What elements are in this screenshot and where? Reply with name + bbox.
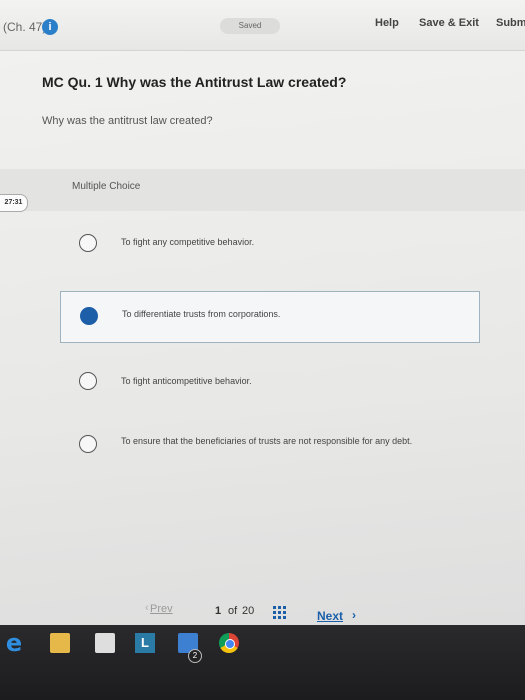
- top-bar: (Ch. 47) i Saved Help Save & Exit Subm: [0, 0, 525, 51]
- radio-button[interactable]: [79, 435, 97, 453]
- chevron-left-icon: ‹: [145, 602, 149, 614]
- radio-button-selected[interactable]: [80, 307, 98, 325]
- page-of-label: of: [228, 605, 238, 617]
- l-app-icon[interactable]: L: [135, 633, 155, 653]
- timer-badge[interactable]: 27:31: [0, 194, 28, 212]
- chevron-right-icon: ›: [352, 608, 356, 622]
- next-button[interactable]: Next: [317, 609, 343, 623]
- answer-option-3[interactable]: To fight anticompetitive behavior.: [60, 366, 480, 398]
- question-prompt: Why was the antitrust law created?: [42, 115, 213, 127]
- taskbar: e L 2: [0, 625, 525, 700]
- edge-browser-icon[interactable]: e: [4, 631, 24, 655]
- chrome-icon[interactable]: [219, 633, 239, 653]
- question-type-label: Multiple Choice: [72, 181, 141, 192]
- radio-button[interactable]: [79, 234, 97, 252]
- grid-icon[interactable]: [273, 606, 286, 619]
- chapter-label: (Ch. 47): [3, 20, 47, 34]
- question-title: MC Qu. 1 Why was the Antitrust Law creat…: [42, 74, 347, 90]
- help-link[interactable]: Help: [375, 17, 399, 29]
- pagination-bar: [0, 597, 525, 625]
- answer-option-text: To ensure that the beneficiaries of trus…: [121, 436, 413, 446]
- submit-link[interactable]: Subm: [496, 17, 525, 29]
- answer-option-4[interactable]: To ensure that the beneficiaries of trus…: [60, 434, 480, 468]
- file-explorer-icon[interactable]: [50, 633, 70, 653]
- current-page-number: 1: [215, 605, 222, 617]
- answer-option-text: To differentiate trusts from corporation…: [122, 309, 281, 319]
- info-icon[interactable]: i: [42, 19, 58, 35]
- question-panel: MC Qu. 1 Why was the Antitrust Law creat…: [0, 51, 525, 625]
- saved-status-badge: Saved: [220, 18, 280, 34]
- save-exit-link[interactable]: Save & Exit: [419, 17, 479, 29]
- answer-option-2[interactable]: To differentiate trusts from corporation…: [60, 291, 480, 343]
- mail-badge: 2: [188, 649, 202, 663]
- total-pages: 20: [242, 605, 255, 617]
- answer-option-text: To fight any competitive behavior.: [121, 237, 255, 247]
- answer-option-1[interactable]: To fight any competitive behavior.: [60, 223, 480, 263]
- store-icon[interactable]: [95, 633, 115, 653]
- prev-button[interactable]: Prev: [150, 603, 173, 615]
- answer-option-text: To fight anticompetitive behavior.: [121, 376, 252, 386]
- radio-button[interactable]: [79, 372, 97, 390]
